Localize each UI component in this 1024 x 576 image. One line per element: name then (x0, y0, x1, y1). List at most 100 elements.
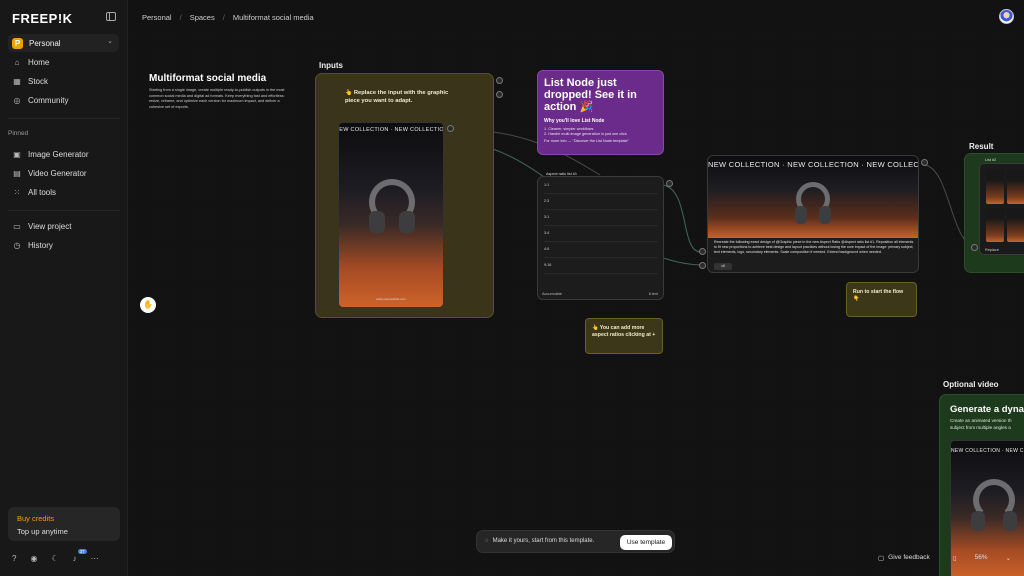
gen-input-port[interactable] (699, 262, 706, 269)
feedback-label: Give feedback (888, 554, 930, 561)
headphone-cup (971, 511, 985, 531)
result-thumbnail[interactable] (1007, 208, 1024, 242)
aspect-node-header: Aspect ratio list #1 (544, 172, 580, 176)
result-footer[interactable]: Replace (985, 248, 999, 252)
inputs-note: 👆 Replace the input with the graphic pie… (345, 90, 449, 104)
sidebar-item-view-project[interactable]: ▭ View project (12, 219, 71, 233)
use-template-button[interactable]: Use template (620, 535, 672, 550)
image-output-port[interactable] (447, 125, 454, 132)
freepik-logo[interactable]: FREEP!K (12, 11, 73, 26)
result-input-port[interactable] (971, 244, 978, 251)
sidebar-item-label: Community (28, 95, 69, 105)
map-icon[interactable]: ▯ (953, 554, 957, 562)
list-node-point: 2. Handle multi-image generation in just… (544, 132, 627, 136)
sidebar-item-stock[interactable]: ▦ Stock (12, 74, 48, 88)
result-label: Result (969, 142, 994, 151)
list-item[interactable]: 4:5 (544, 247, 658, 258)
discord-icon[interactable]: ◉ (30, 554, 37, 563)
gen-output-port[interactable] (921, 159, 928, 166)
gen-input-port[interactable] (699, 248, 706, 255)
sidebar-item-label: Home (28, 57, 50, 67)
breadcrumb-current: Multiformat social media (232, 13, 314, 22)
buy-credits-card[interactable]: Buy credits Top up anytime (8, 507, 120, 541)
group-port[interactable] (496, 91, 503, 98)
result-thumbnail[interactable] (986, 208, 1004, 242)
list-node-point: 1. Cleaner, simpler workflows (544, 127, 594, 131)
more-icon[interactable]: ⋯ (91, 554, 99, 563)
folder-icon: ▭ (13, 221, 21, 231)
list-item[interactable]: 1:1 (544, 183, 658, 194)
list-item[interactable]: 3:4 (544, 231, 658, 242)
headphone-cup (369, 211, 385, 233)
inputs-label: Inputs (319, 61, 343, 70)
buy-credits-subtitle: Top up anytime (17, 527, 68, 536)
image-generation-node[interactable]: NEW COLLECTION · NEW COLLECTION · NEW CO… (707, 155, 919, 273)
hand-tool-icon[interactable]: ✋ (140, 297, 156, 313)
breadcrumb-spaces[interactable]: Spaces (190, 13, 215, 22)
grid-icon: ⁙ (13, 187, 21, 197)
project-description: Starting from a single image, create mul… (149, 88, 285, 109)
theme-moon-icon[interactable]: ☾ (51, 554, 58, 563)
buy-credits-title: Buy credits (17, 514, 55, 523)
list-item[interactable]: 3:1 (544, 215, 658, 226)
home-icon: ⌂ (14, 57, 20, 67)
result-thumbnail[interactable] (986, 170, 1004, 204)
sidebar-footer: ? ◉ ☾ ♪ 37 ⋯ (12, 549, 99, 563)
headphone-cup (1003, 511, 1017, 531)
list-output-port[interactable] (666, 180, 673, 187)
aspect-node-mode[interactable]: Accumulate (542, 292, 562, 296)
sidebar-item-label: History (28, 240, 53, 250)
list-node-announcement[interactable]: List Node just dropped! See it in action… (537, 70, 664, 155)
sidebar-item-community[interactable]: ◎ Community (12, 93, 69, 107)
sidebar-item-video-generator[interactable]: ▤ Video Generator (12, 166, 86, 180)
headphone-cup (819, 206, 831, 224)
list-item[interactable]: 9:16 (544, 263, 658, 274)
workspace-selector[interactable]: P Personal ⌄ (8, 34, 119, 52)
bell-icon[interactable]: ♪ 37 (73, 549, 87, 563)
clock-icon: ◷ (13, 240, 21, 250)
list-node-title: List Node just dropped! See it in action… (544, 77, 637, 113)
divider (8, 118, 120, 119)
aspect-ratio-list-node[interactable]: Aspect ratio list #1 1:1 2:3 3:1 3:4 4:5… (537, 172, 664, 300)
collection-text: NEW COLLECTION · NEW COLLECTION · NEW CO… (708, 160, 919, 169)
list-node-more[interactable]: For more info → "Discover the List Node … (544, 139, 657, 143)
zoom-control[interactable]: ▯ 56% ⌄ (953, 554, 1011, 562)
list-item[interactable]: 2:3 (544, 199, 658, 210)
sidebar-item-all-tools[interactable]: ⁙ All tools (12, 185, 56, 199)
gen-count-chip[interactable]: x6 (714, 263, 732, 270)
stock-icon: ▦ (13, 76, 21, 86)
collection-text: NEW COLLECTION · NEW COLLECTION · NEW CO… (339, 127, 444, 133)
input-footer: www.yourwebsite.com (376, 297, 406, 301)
sidebar-item-home[interactable]: ⌂ Home (12, 55, 50, 69)
sidebar-item-label: Stock (28, 76, 49, 86)
avatar[interactable] (999, 9, 1014, 24)
help-icon[interactable]: ? (12, 554, 16, 563)
sticky-note-add-ratios[interactable]: 👆 You can add more aspect ratios clickin… (585, 318, 663, 354)
list-node-subtitle: Why you'll love List Node (544, 118, 605, 124)
sidebar-item-image-generator[interactable]: ▣ Image Generator (12, 147, 88, 161)
aspect-node-count: 6 text (648, 292, 658, 296)
sidebar-toggle-icon[interactable] (106, 12, 116, 21)
result-list-node[interactable]: List #2 Replace (979, 158, 1024, 255)
chevron-down-icon[interactable]: ⌄ (1006, 554, 1011, 562)
sticky-note-run[interactable]: Run to start the flow 👇 (846, 282, 917, 317)
sidebar-item-history[interactable]: ◷ History (12, 238, 53, 252)
give-feedback-button[interactable]: ▢ Give feedback (878, 554, 930, 562)
gen-prompt[interactable]: Recreate the following exact design of @… (714, 240, 914, 255)
pinned-label: Pinned (8, 130, 29, 137)
input-image-node[interactable]: NEW COLLECTION · NEW COLLECTION · NEW CO… (338, 122, 444, 308)
zoom-level: 56% (974, 554, 988, 561)
workspace-badge: P (12, 37, 23, 49)
feedback-icon: ▢ (878, 555, 885, 562)
template-bar: ◌ Make it yours, start from this templat… (476, 530, 675, 553)
breadcrumb-personal[interactable]: Personal (142, 13, 172, 22)
eye-icon: ◌ (485, 538, 489, 544)
image-icon: ▣ (13, 149, 21, 159)
breadcrumb-separator: / (222, 13, 225, 22)
group-port[interactable] (496, 77, 503, 84)
collection-text: NEW COLLECTION · NEW COLLECTION · NEW CO… (951, 448, 1024, 454)
divider (8, 210, 120, 211)
optional-video-label: Optional video (943, 380, 999, 389)
video-icon: ▤ (13, 168, 21, 178)
result-thumbnail[interactable] (1007, 170, 1024, 204)
